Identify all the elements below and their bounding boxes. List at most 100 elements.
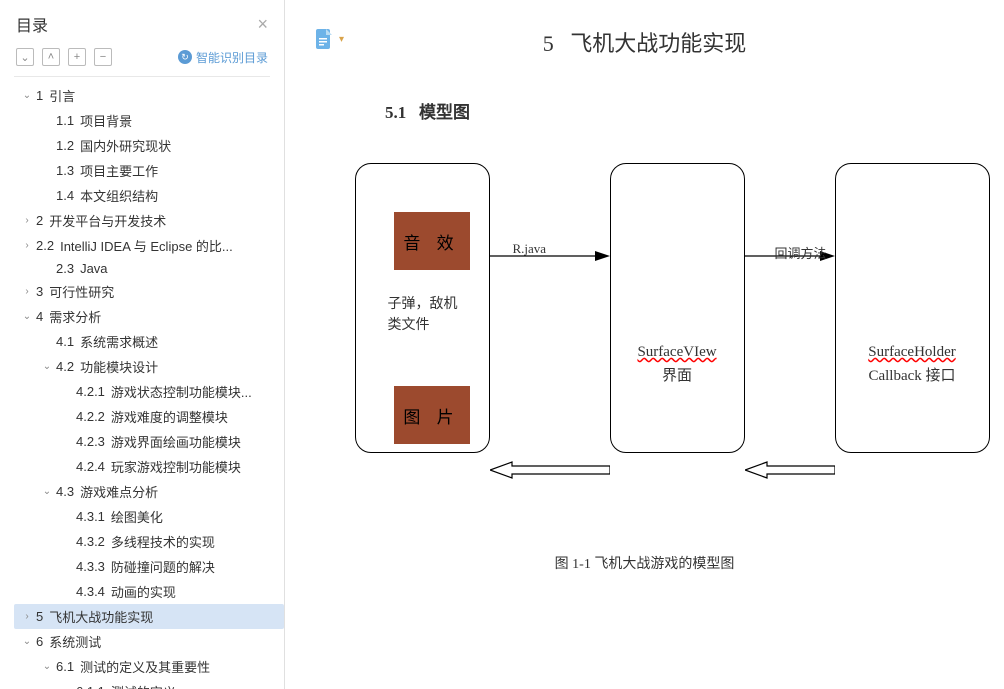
toc-item-label: 游戏难点分析 [80,482,158,501]
close-icon[interactable]: × [257,14,268,35]
toc-item[interactable]: ⌄4.2功能模块设计 [14,354,284,379]
chevron-down-icon[interactable]: ⌄ [40,661,54,672]
toc-item-label: 飞机大战功能实现 [49,607,153,626]
toc-item-num: 2 [36,213,43,228]
toc-item-label: 开发平台与开发技术 [49,211,166,230]
chapter-title: 5 飞机大战功能实现 [325,26,964,58]
toc-item[interactable]: 4.2.2游戏难度的调整模块 [14,404,284,429]
toc-item[interactable]: 1.3项目主要工作 [14,158,284,183]
expand-icon[interactable]: ˄ [42,48,60,66]
toc-item-num: 1.2 [56,138,74,153]
arrow-left-1 [490,461,610,479]
toc-item[interactable]: ›3 可行性研究 [14,279,284,304]
toc-sidebar: 目录 × ⌄ ˄ + − ↻ 智能识别目录 ⌄1引言1.1项目背景 1.2 国内外研… [0,0,285,689]
chevron-down-icon[interactable]: ⌄ [40,361,54,372]
chevron-right-icon[interactable]: › [20,286,34,297]
surfaceholder-label: SurfaceHolder [836,344,989,361]
model-diagram: 音 效 子弹，敌机 类文件 图 片 R.java SurfaceVIew 界面 … [335,163,955,493]
arrow-left-2 [745,461,835,479]
toc-item[interactable]: 4.3.4 动画的实现 [14,579,284,604]
toc-item-label: 测试的定义及其重要性 [80,657,210,676]
toc-item[interactable]: 1.4 本文组织结构 [14,183,284,208]
toc-item-label: 需求分析 [49,307,101,326]
toc-item-label: 动画的实现 [111,582,176,601]
plus-icon[interactable]: + [68,48,86,66]
smart-toc-icon: ↻ [178,50,192,64]
toc-item-num: 4.2.2 [76,409,105,424]
toc-item[interactable]: 2.3Java [14,258,284,279]
toc-item-num: 4.3 [56,484,74,499]
toc-item-num: 4.2.1 [76,384,105,399]
chevron-right-icon[interactable]: › [20,611,34,622]
toc-item-num: 3 [36,284,43,299]
toc-item[interactable]: ›2.2IntelliJ IDEA 与 Eclipse 的比... [14,233,284,258]
collapse-icon[interactable]: ⌄ [16,48,34,66]
diagram-subtext: 子弹，敌机 类文件 [388,294,458,336]
toc-item[interactable]: 6.1.1测试的定义 [14,679,284,689]
diagram-box-surfaceholder: SurfaceHolder Callback 接口 [835,163,990,453]
toc-item-num: 4.2.4 [76,459,105,474]
toc-item-label: Java [80,261,107,276]
diagram-box-resources: 音 效 子弹，敌机 类文件 图 片 [355,163,490,453]
dropdown-icon[interactable]: ▾ [339,34,344,45]
surfaceholder-sublabel: Callback 接口 [836,364,989,385]
sidebar-header: 目录 × [0,0,284,44]
toc-item-num: 4.3.1 [76,509,105,524]
sidebar-toolbar: ⌄ ˄ + − ↻ 智能识别目录 [0,44,284,76]
toc-item[interactable]: ⌄6系统测试 [14,629,284,654]
chevron-down-icon[interactable]: ⌄ [40,486,54,497]
toc-item-label: 防碰撞问题的解决 [111,557,215,576]
toc-item[interactable]: ⌄1引言 [14,83,284,108]
minus-icon[interactable]: − [94,48,112,66]
toc-item[interactable]: ›2 开发平台与开发技术 [14,208,284,233]
chevron-right-icon[interactable]: › [20,240,34,251]
toc-item-num: 1.4 [56,188,74,203]
toc-item[interactable]: 4.2.3游戏界面绘画功能模块 [14,429,284,454]
toc-item[interactable]: ⌄4 需求分析 [14,304,284,329]
toc-item[interactable]: 4.3.3 防碰撞问题的解决 [14,554,284,579]
toc-list[interactable]: ⌄1引言1.1项目背景 1.2 国内外研究现状 1.3项目主要工作 1.4 本文组织结构 ›… [0,83,284,689]
chevron-down-icon[interactable]: ⌄ [20,90,34,101]
doc-icon-bar: ▾ [315,28,344,50]
toc-item-label: 系统需求概述 [80,332,158,351]
toc-item-label: 玩家游戏控制功能模块 [111,457,241,476]
toc-item-num: 6.1.1 [76,684,105,689]
chevron-down-icon[interactable]: ⌄ [20,636,34,647]
toc-item[interactable]: 4.2.1 游戏状态控制功能模块... [14,379,284,404]
toc-item-label: 本文组织结构 [80,186,158,205]
toc-item-label: 游戏界面绘画功能模块 [111,432,241,451]
diagram-caption: 图 1-1 飞机大战游戏的模型图 [325,553,964,573]
toc-item[interactable]: 4.2.4 玩家游戏控制功能模块 [14,454,284,479]
toc-item[interactable]: 4.3.1 绘图美化 [14,504,284,529]
toc-item-label: 系统测试 [49,632,101,651]
chevron-right-icon[interactable]: › [20,215,34,226]
toc-item[interactable]: ⌄4.3 游戏难点分析 [14,479,284,504]
toc-item-num: 2.2 [36,238,54,253]
toc-item-label: 项目主要工作 [80,161,158,180]
toc-item-num: 1.1 [56,113,74,128]
toc-item[interactable]: ⌄6.1 测试的定义及其重要性 [14,654,284,679]
toc-item-num: 1 [36,88,43,103]
diagram-inner-sound: 音 效 [394,212,470,270]
toc-item-label: 游戏状态控制功能模块... [111,382,252,401]
toc-item-num: 4.3.3 [76,559,105,574]
chevron-down-icon[interactable]: ⌄ [20,311,34,322]
smart-toc-button[interactable]: ↻ 智能识别目录 [178,49,268,66]
document-icon[interactable] [315,28,333,50]
toc-item-label: 可行性研究 [49,282,114,301]
toc-item-label: 多线程技术的实现 [111,532,215,551]
toc-item[interactable]: ›5飞机大战功能实现 [14,604,284,629]
toc-item[interactable]: 4.3.2多线程技术的实现 [14,529,284,554]
toc-item[interactable]: 1.1项目背景 [14,108,284,133]
toc-item-label: 国内外研究现状 [80,136,171,155]
toolbar-left: ⌄ ˄ + − [16,48,112,66]
toc-item-num: 4 [36,309,43,324]
toc-item-num: 6.1 [56,659,74,674]
toc-item-num: 4.1 [56,334,74,349]
divider [14,76,270,77]
diagram-box-surfaceview: SurfaceVIew 界面 [610,163,745,453]
toc-item[interactable]: 4.1 系统需求概述 [14,329,284,354]
toc-item-label: 绘图美化 [111,507,163,526]
toc-item[interactable]: 1.2 国内外研究现状 [14,133,284,158]
toc-item-num: 4.3.4 [76,584,105,599]
